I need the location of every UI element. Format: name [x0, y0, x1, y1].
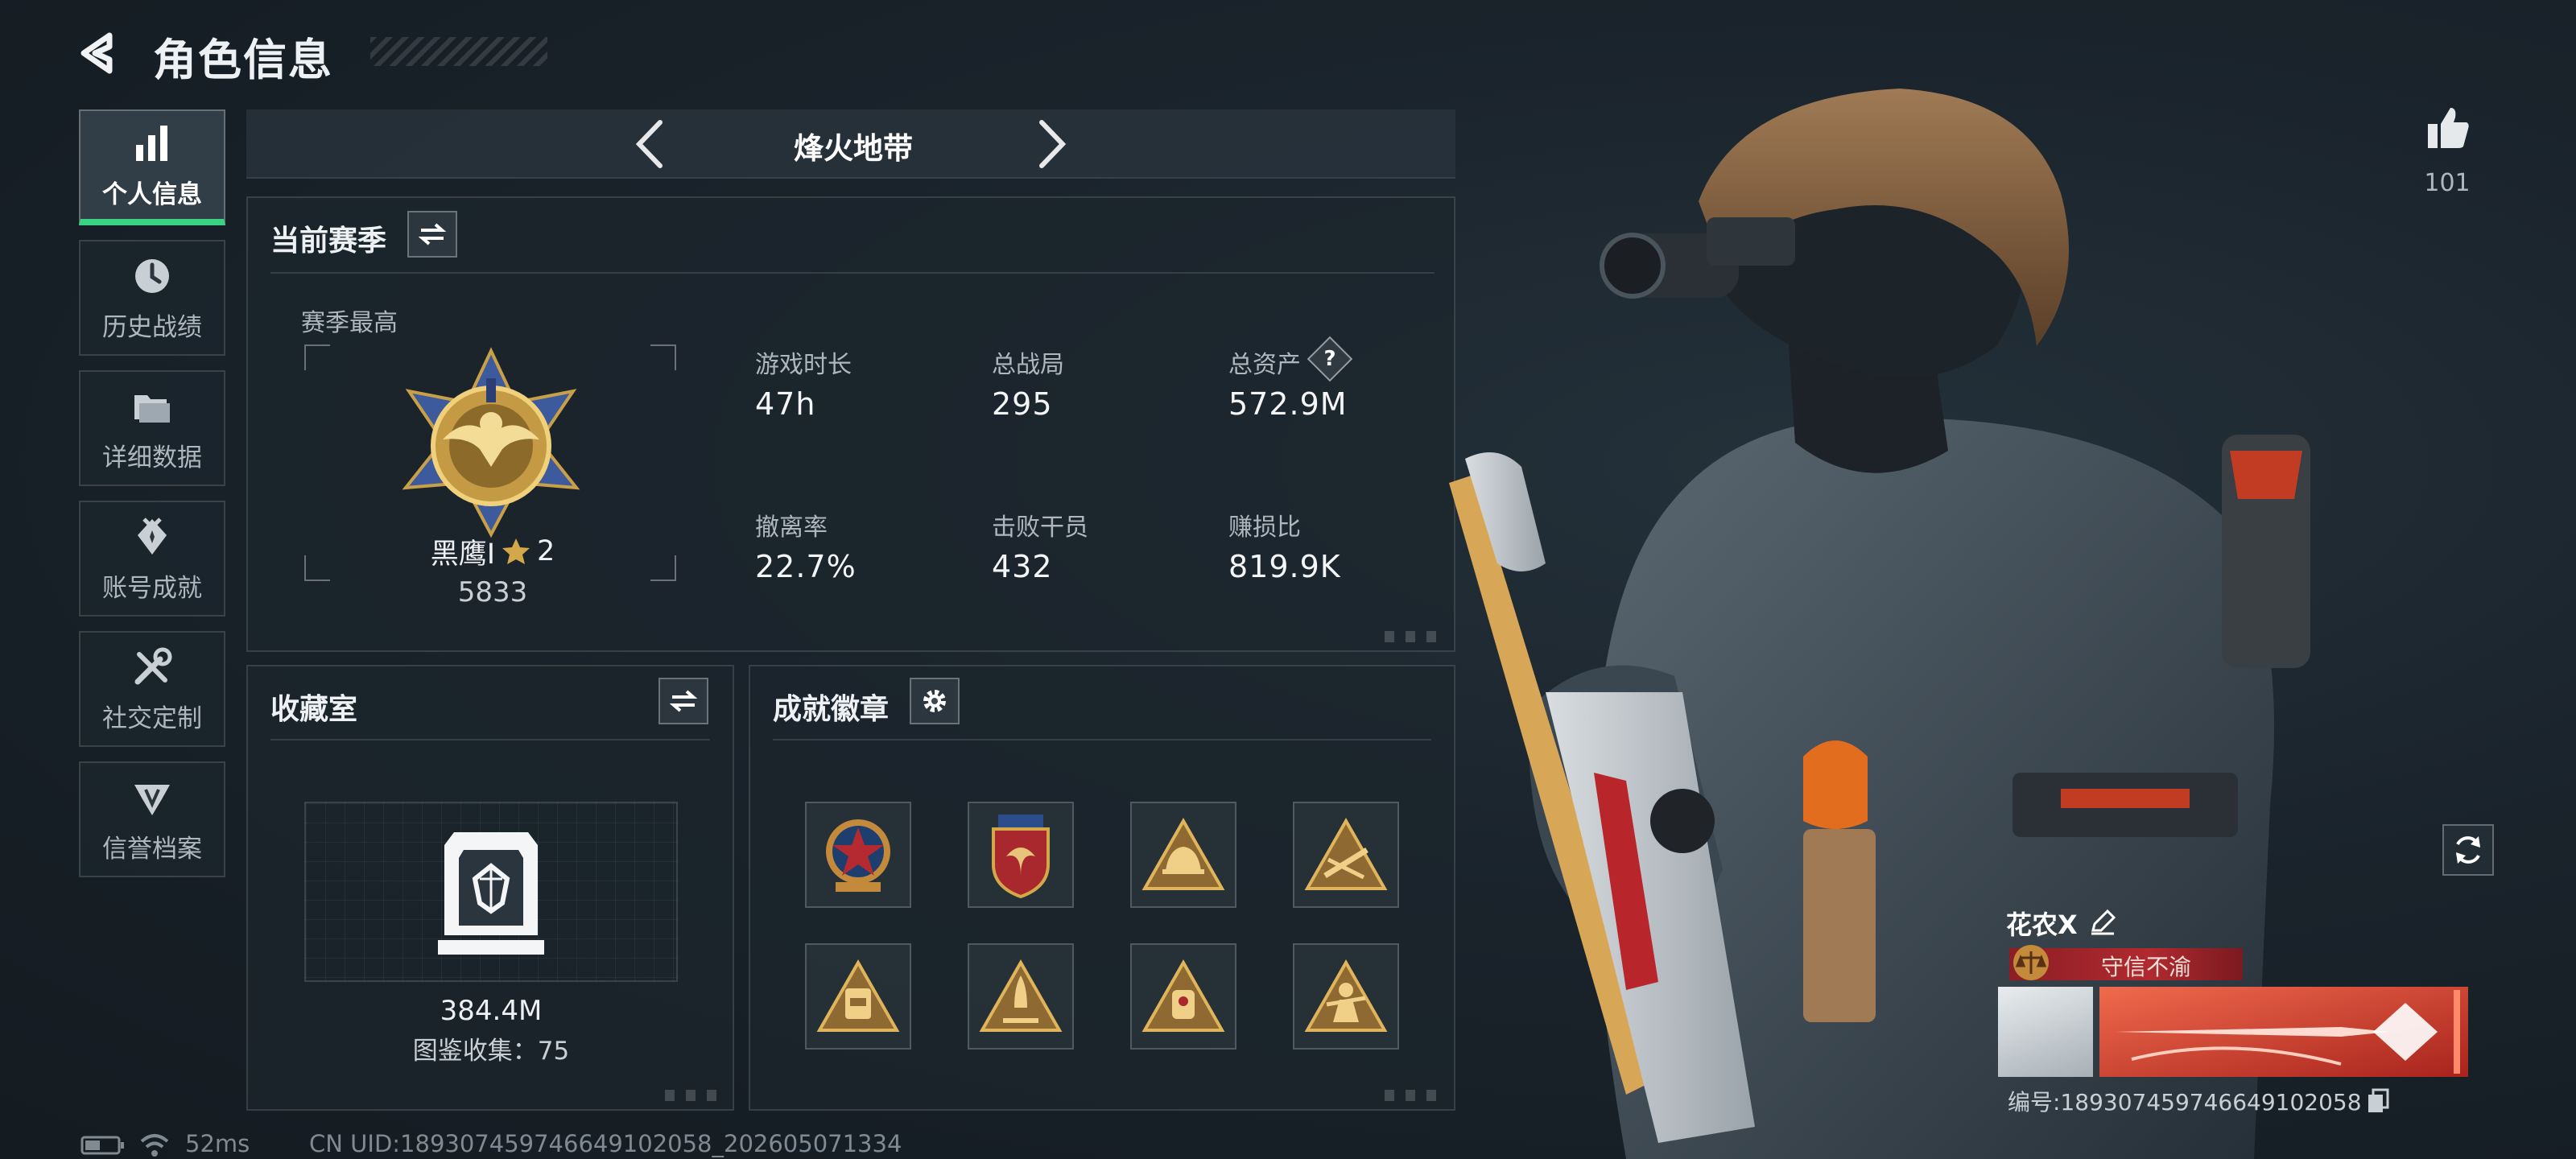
copy-icon[interactable]: [2367, 1088, 2391, 1114]
collection-switch-button[interactable]: [658, 678, 708, 724]
stat-value-profit-ratio: 819.9K: [1228, 549, 1341, 584]
ping-value: 52ms: [185, 1130, 250, 1157]
badge-slot[interactable]: [968, 943, 1074, 1050]
eagle-shield-badge-icon: [992, 815, 1050, 899]
tools-icon: [134, 647, 172, 684]
collection-divider: [270, 739, 710, 740]
backpack-triangle-badge-icon: [816, 959, 900, 1032]
display-case-icon: [438, 832, 544, 955]
nav-item-history[interactable]: 历史战绩: [79, 240, 225, 356]
nav-item-reputation[interactable]: 信誉档案: [79, 761, 225, 877]
badge-slot[interactable]: [1130, 943, 1236, 1050]
star-icon: [502, 538, 530, 564]
badge-slot[interactable]: [805, 943, 911, 1050]
nameplate-banner: [2099, 987, 2468, 1077]
nav-label: 账号成就: [102, 573, 202, 603]
uid-text: CN UID:1893074597466491020­58_2026050713…: [309, 1130, 902, 1157]
player-id-row: 编号:1893074597466491020­58: [2008, 1085, 2391, 1117]
swap-icon: [418, 223, 447, 245]
stat-label-assets: 总资产: [1228, 351, 1301, 379]
stat-value-matches: 295: [992, 386, 1053, 422]
rank-line: 黑鹰I 2: [412, 531, 573, 571]
stat-label-kills: 击败干员: [992, 514, 1088, 542]
clock-icon: [135, 258, 169, 293]
collection-catalog: 图鉴收集：75: [412, 1037, 570, 1066]
scale-icon: [2013, 945, 2049, 980]
chevron-right-icon[interactable]: [1032, 118, 1072, 171]
helmet-triangle-badge-icon: [1141, 818, 1225, 890]
badges-title: 成就徽章: [773, 693, 890, 726]
star-shield-badge-icon: [826, 819, 890, 892]
rank-name: 黑鹰I: [430, 538, 496, 571]
help-icon-glyph: ?: [1323, 347, 1336, 371]
rifle-triangle-badge-icon: [1304, 818, 1388, 890]
season-switch-button[interactable]: [407, 211, 457, 258]
stat-value-kills: 432: [992, 549, 1053, 584]
folder-icon: [134, 394, 170, 423]
badge-slot[interactable]: [1130, 802, 1236, 908]
mode-name: 烽火地带: [794, 131, 913, 166]
nav-label: 历史战绩: [102, 312, 202, 342]
reputation-icon: [134, 784, 170, 815]
nav-label: 信誉档案: [102, 834, 202, 864]
season-divider: [270, 272, 1435, 274]
player-id: 编号:1893074597466491020­58: [2008, 1089, 2362, 1116]
badges-divider: [773, 739, 1431, 740]
badges-settings-button[interactable]: [910, 678, 960, 724]
refresh-icon: [2456, 836, 2480, 864]
edit-icon[interactable]: [2088, 908, 2117, 937]
season-title: 当前赛季: [270, 225, 387, 258]
player-name: 花农X: [2006, 909, 2078, 940]
title-decoration: [370, 37, 547, 66]
badge-slot[interactable]: [968, 802, 1074, 908]
frame-corner: [304, 344, 330, 370]
thumbs-up-icon[interactable]: [2425, 105, 2471, 151]
nav-item-social[interactable]: 社交定制: [79, 631, 225, 747]
badge-slot[interactable]: [1293, 802, 1399, 908]
stat-label-playtime: 游戏时长: [755, 351, 852, 379]
frame-corner: [650, 344, 676, 370]
nav-item-details[interactable]: 详细数据: [79, 370, 225, 486]
bar-chart-icon: [136, 125, 167, 161]
soldier-triangle-badge-icon: [1304, 959, 1388, 1032]
stat-label-extraction-rate: 撤离率: [755, 514, 828, 542]
achievement-icon: [138, 517, 167, 555]
nav-item-personal-info[interactable]: 个人信息: [79, 109, 225, 225]
badge-slot[interactable]: [805, 802, 911, 908]
back-icon[interactable]: [74, 31, 126, 76]
chevron-left-icon[interactable]: [630, 118, 670, 171]
collection-title: 收藏室: [270, 693, 358, 726]
season-best-label: 赛季最高: [301, 309, 398, 337]
badge-slot[interactable]: [1293, 943, 1399, 1050]
robot-triangle-badge-icon: [1141, 959, 1225, 1032]
frame-corner: [650, 555, 676, 581]
title-tag-text: 守信不渝: [2100, 954, 2191, 980]
gear-icon: [923, 690, 946, 712]
nav-label: 个人信息: [102, 179, 202, 209]
avatar[interactable]: [1998, 987, 2093, 1077]
nav-label: 社交定制: [102, 703, 202, 733]
black-hawk-rank-icon: [402, 347, 580, 538]
like-count: 101: [2424, 169, 2471, 197]
stat-value-assets: 572.9M: [1228, 386, 1348, 422]
rocket-triangle-badge-icon: [979, 959, 1063, 1032]
wifi-icon: [140, 1134, 169, 1157]
panel-corner-marks: [665, 1090, 726, 1101]
page-title: 角色信息: [153, 35, 333, 85]
collection-value: 384.4M: [440, 995, 543, 1027]
stat-value-playtime: 47h: [755, 386, 816, 422]
battery-icon: [80, 1136, 124, 1155]
nav-label: 详细数据: [102, 443, 202, 472]
stat-label-profit-ratio: 赚损比: [1228, 514, 1301, 542]
stat-value-extraction-rate: 22.7%: [755, 549, 857, 584]
rank-stars: 2: [537, 535, 555, 567]
rotate-button[interactable]: [2442, 824, 2494, 876]
nav-item-achievements[interactable]: 账号成就: [79, 501, 225, 617]
swap-icon: [669, 690, 698, 712]
stat-label-matches: 总战局: [992, 351, 1064, 379]
frame-corner: [304, 555, 330, 581]
rank-score: 5833: [457, 576, 528, 608]
